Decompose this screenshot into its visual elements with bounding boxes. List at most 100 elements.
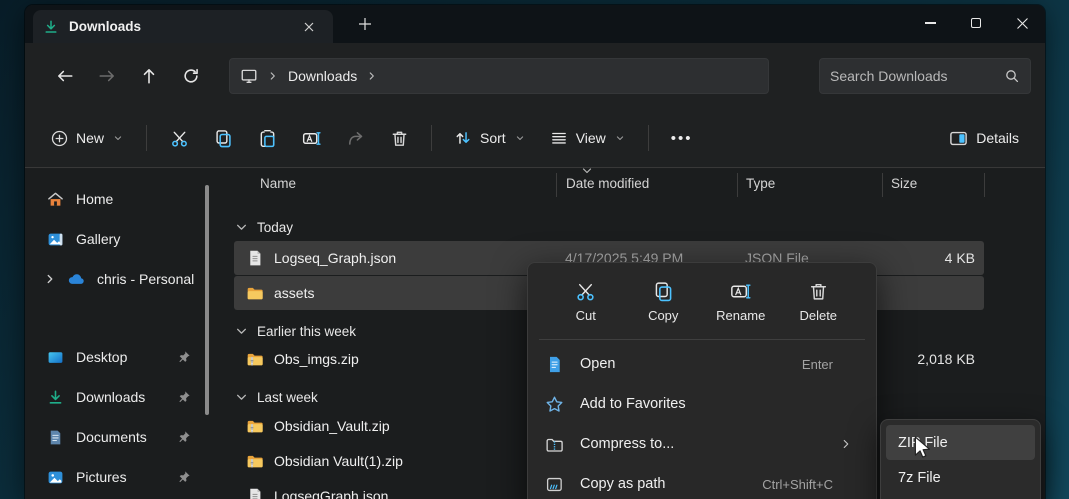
menu-item-add-to-favorites[interactable]: Add to Favorites <box>533 384 871 424</box>
column-separator[interactable] <box>984 173 985 197</box>
open-label: Open <box>580 356 616 372</box>
sidebar-scrollbar[interactable] <box>205 185 209 415</box>
copy-as-path-label: Copy as path <box>580 476 666 492</box>
rename-menu-button[interactable]: Rename <box>705 273 777 331</box>
gallery-icon <box>48 233 63 245</box>
maximize-icon <box>971 18 981 28</box>
column-header-date[interactable]: Date modified <box>566 176 649 191</box>
column-header-name[interactable]: Name <box>260 176 296 191</box>
group-header-earlier-this-week[interactable]: Earlier this week <box>236 319 356 343</box>
refresh-button[interactable] <box>173 58 209 94</box>
delete-button[interactable] <box>379 118 419 158</box>
submenu-arrow-icon <box>839 437 853 451</box>
scissors-icon <box>171 131 187 147</box>
group-chevron-icon <box>236 224 247 230</box>
search-input[interactable] <box>830 68 1004 84</box>
menu-item-compress-to[interactable]: Compress to... <box>533 424 871 464</box>
sidebar-item-onedrive-personal[interactable]: chris - Personal <box>59 261 215 297</box>
copy-icon <box>215 129 231 147</box>
desktop-icon <box>48 351 63 363</box>
list-lines-icon <box>551 132 566 144</box>
sidebar-label: Documents <box>76 429 147 445</box>
sort-label: Sort <box>480 130 506 146</box>
sidebar-item-pictures[interactable]: Pictures <box>39 459 199 495</box>
breadcrumb-chevron-icon[interactable] <box>365 69 379 83</box>
column-separator[interactable] <box>556 173 557 197</box>
delete-menu-button[interactable]: Delete <box>782 273 854 331</box>
quick-actions-row: Cut Copy Rename Delete <box>533 269 871 337</box>
tab-close-icon[interactable] <box>295 14 323 40</box>
sidebar-item-downloads[interactable]: Downloads <box>39 379 199 415</box>
this-pc-icon[interactable] <box>240 67 258 85</box>
submenu-item-7z-file[interactable]: 7z File <box>886 460 1035 495</box>
rename-icon <box>302 131 321 145</box>
rename-button[interactable] <box>291 118 331 158</box>
sidebar-item-gallery[interactable]: Gallery <box>39 221 199 257</box>
sort-button[interactable]: Sort <box>444 118 536 158</box>
seven-z-file-label: 7z File <box>898 469 941 486</box>
sidebar-item-documents[interactable]: Documents <box>39 419 199 455</box>
details-label: Details <box>976 130 1019 146</box>
file-name: Obs_imgs.zip <box>274 351 359 367</box>
more-options-button[interactable]: ••• <box>661 118 703 158</box>
copy-menu-button[interactable]: Copy <box>627 273 699 331</box>
new-button[interactable]: New <box>41 118 134 158</box>
column-separator[interactable] <box>737 173 738 197</box>
view-button[interactable]: View <box>540 118 636 158</box>
home-icon <box>48 192 63 206</box>
address-bar[interactable]: Downloads <box>229 58 769 94</box>
new-tab-button[interactable] <box>351 11 379 37</box>
view-label: View <box>575 130 606 146</box>
menu-item-open[interactable]: Open Enter <box>533 344 871 384</box>
sidebar-label: Home <box>76 191 114 207</box>
breadcrumb-downloads[interactable]: Downloads <box>288 68 357 84</box>
share-button[interactable] <box>335 118 375 158</box>
copy-button[interactable] <box>203 118 243 158</box>
zip-folder-icon <box>246 350 264 368</box>
onedrive-cloud-icon <box>68 274 84 284</box>
breadcrumb-chevron-icon[interactable] <box>266 69 280 83</box>
minimize-button[interactable] <box>907 5 953 41</box>
menu-item-copy-as-path[interactable]: Copy as path Ctrl+Shift+C <box>533 464 871 499</box>
ellipsis-icon: ••• <box>670 129 693 147</box>
search-icon[interactable] <box>1004 68 1020 84</box>
sidebar-label: Gallery <box>76 231 121 247</box>
column-header-type[interactable]: Type <box>746 176 775 191</box>
forward-button[interactable] <box>89 58 125 94</box>
sidebar-item-desktop[interactable]: Desktop <box>39 339 199 375</box>
paste-button[interactable] <box>247 118 287 158</box>
context-menu: Cut Copy Rename Delete Open Enter Add to… <box>527 262 877 499</box>
sidebar-item-home[interactable]: Home <box>39 181 199 217</box>
tab-title: Downloads <box>69 19 142 34</box>
column-header-size[interactable]: Size <box>891 176 917 191</box>
cut-menu-button[interactable]: Cut <box>550 273 622 331</box>
group-label: Last week <box>257 389 318 405</box>
trash-icon <box>392 131 406 146</box>
group-header-last-week[interactable]: Last week <box>236 385 318 409</box>
compress-to-submenu: ZIP File 7z File <box>880 419 1041 499</box>
column-separator[interactable] <box>882 173 883 197</box>
compress-zip-icon <box>546 438 563 452</box>
share-icon <box>348 131 362 145</box>
open-file-icon <box>549 356 560 372</box>
copy-icon <box>655 282 672 302</box>
compress-to-label: Compress to... <box>580 436 675 452</box>
navigation-bar: Downloads <box>25 43 1045 109</box>
file-size: 4 KB <box>944 250 975 266</box>
cut-button[interactable] <box>159 118 199 158</box>
close-button[interactable] <box>999 5 1045 41</box>
explorer-tab-downloads[interactable]: Downloads <box>33 10 333 43</box>
copy-as-path-shortcut: Ctrl+Shift+C <box>762 476 833 492</box>
file-name: Obsidian Vault(1).zip <box>274 453 403 469</box>
details-pane-button[interactable]: Details <box>939 118 1029 158</box>
up-button[interactable] <box>131 58 167 94</box>
details-pane-icon <box>950 131 968 145</box>
sidebar: Home Gallery chris - Personal Desktop Do… <box>25 169 225 499</box>
toolbar-separator <box>146 125 148 151</box>
back-button[interactable] <box>47 58 83 94</box>
expand-chevron-icon[interactable] <box>43 271 59 287</box>
group-header-today[interactable]: Today <box>236 215 293 239</box>
submenu-item-zip-file[interactable]: ZIP File <box>886 425 1035 460</box>
search-box[interactable] <box>819 58 1031 94</box>
maximize-button[interactable] <box>953 5 999 41</box>
